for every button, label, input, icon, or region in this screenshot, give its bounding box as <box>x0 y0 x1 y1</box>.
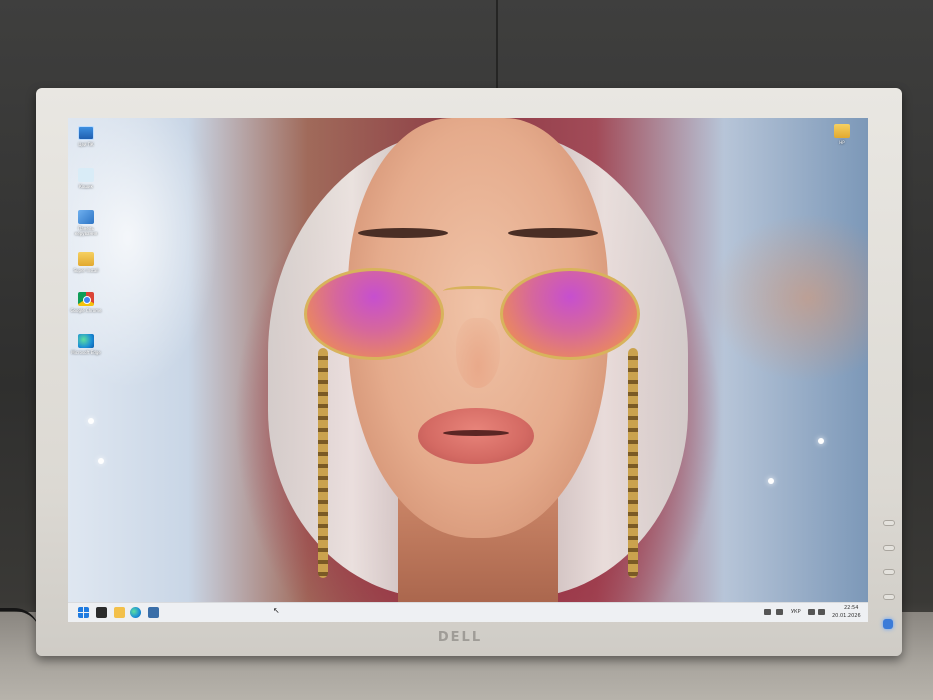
network-icon[interactable] <box>776 609 783 615</box>
taskbar: УКР 22:54 20.01.2026 <box>68 602 868 622</box>
chevron-up-icon[interactable] <box>764 609 771 615</box>
app-icon[interactable] <box>148 607 159 618</box>
monitor-button-4[interactable] <box>883 594 895 600</box>
wallpaper-sparkle <box>88 418 94 424</box>
clock-date[interactable]: 20.01.2026 <box>832 613 861 619</box>
recycle-bin-icon <box>78 168 94 182</box>
desktop-icon-hp-folder[interactable]: HP <box>824 124 860 145</box>
folder-icon <box>78 252 94 266</box>
desktop-icon-label: Super Install <box>73 268 99 273</box>
monitor-button-1[interactable] <box>883 520 895 526</box>
language-indicator[interactable]: УКР <box>791 609 801 615</box>
edge-icon <box>78 334 94 348</box>
computer-icon <box>78 126 94 140</box>
chrome-icon <box>78 292 94 306</box>
wallpaper-lens-right <box>500 268 640 360</box>
mouse-cursor-icon: ↖ <box>273 606 280 615</box>
volume-icon[interactable] <box>818 609 825 615</box>
desktop-icon-chrome[interactable]: Google Chrome <box>68 292 104 313</box>
desktop-icon-label: Цей ПК <box>78 142 94 147</box>
desktop-icon-this-pc[interactable]: Цей ПК <box>68 126 104 147</box>
wallpaper-lips <box>418 408 534 464</box>
clock-time[interactable]: 22:54 <box>844 605 858 611</box>
file-explorer-icon[interactable] <box>114 607 125 618</box>
folder-icon <box>834 124 850 138</box>
wallpaper-sparkle <box>768 478 774 484</box>
wallpaper-earring-right <box>628 348 638 578</box>
start-icon[interactable] <box>78 607 89 618</box>
desktop-icon-label: Панель керування <box>74 226 98 236</box>
wallpaper-earring-left <box>318 348 328 578</box>
screen: Цей ПК Кошик Панель керування Super Inst… <box>68 118 868 622</box>
wallpaper <box>68 118 868 608</box>
wallpaper-sparkle <box>818 438 824 444</box>
desktop-icon-recycle-bin[interactable]: Кошик <box>68 168 104 189</box>
wallpaper-lip-gap <box>443 430 509 436</box>
wallpaper-nose <box>456 318 500 388</box>
control-panel-icon <box>78 210 94 224</box>
wallpaper-brow-left <box>358 228 448 238</box>
monitor-button-2[interactable] <box>883 545 895 551</box>
desktop-icon-label: Кошик <box>79 184 93 189</box>
wallpaper-brow-right <box>508 228 598 238</box>
task-view-icon[interactable] <box>96 607 107 618</box>
desktop-icon-label: Microsoft Edge <box>71 350 101 355</box>
wall-seam <box>496 0 498 92</box>
desktop-icon-control-panel[interactable]: Панель керування <box>68 210 104 236</box>
wallpaper-sparkle <box>98 458 104 464</box>
wallpaper-lens-left <box>304 268 444 360</box>
brand-logo: DELL <box>437 630 483 645</box>
desktop-icon-label: Google Chrome <box>70 308 102 313</box>
desktop-icon-super-install[interactable]: Super Install <box>68 252 104 273</box>
edge-icon[interactable] <box>130 607 141 618</box>
desktop-icon-edge[interactable]: Microsoft Edge <box>68 334 104 355</box>
desktop-icon-label: HP <box>839 140 845 145</box>
monitor-button-3[interactable] <box>883 569 895 575</box>
power-button[interactable] <box>883 619 893 629</box>
wifi-icon[interactable] <box>808 609 815 615</box>
wallpaper-glasses-bridge <box>443 286 503 296</box>
